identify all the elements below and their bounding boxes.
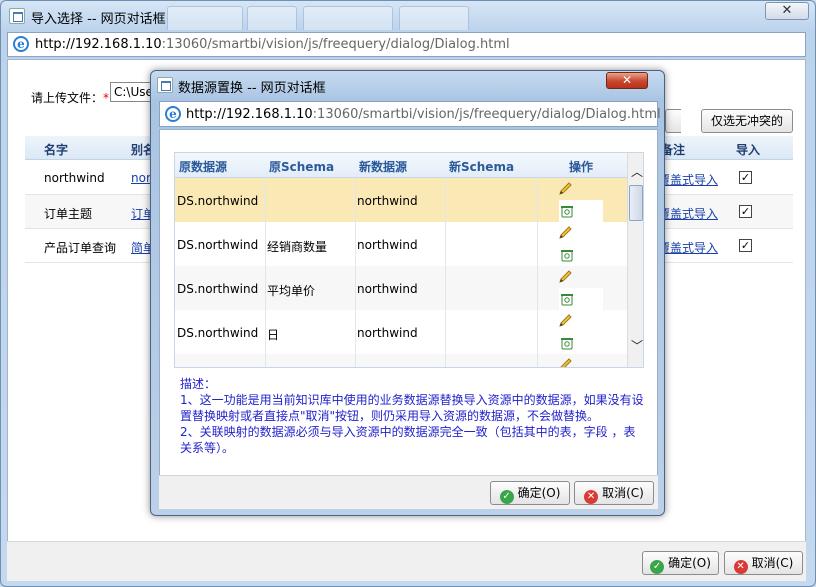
column-divider (537, 153, 538, 367)
cancel-icon: ✕ (584, 490, 599, 504)
row-remark-link[interactable]: 覆盖式导入 (658, 239, 718, 256)
row-name: northwind (44, 171, 105, 185)
trash-icon[interactable] (559, 335, 575, 351)
row-name: 订单主题 (44, 207, 93, 221)
outer-titlebar[interactable]: 导入选择 -- 网页对话框 ✕ (1, 1, 815, 31)
scrollbar-thumb[interactable] (629, 185, 643, 221)
check-icon: ✓ (650, 560, 665, 574)
internet-explorer-icon: e (165, 106, 181, 122)
dialog-cancel-label: 取消(C) (602, 486, 644, 500)
row-remark-link[interactable]: 覆盖式导入 (658, 205, 718, 222)
outer-dialog-title: 导入选择 -- 网页对话框 (31, 12, 166, 27)
outer-address-bar: e http://192.168.1.10:13060/smartbi/visi… (7, 32, 806, 57)
column-source-schema-header: 原Schema (269, 160, 335, 174)
outer-cancel-label: 取消(C) (751, 556, 794, 570)
row-alias-link[interactable]: nor (131, 171, 151, 185)
import-checkbox[interactable]: ✓ (739, 171, 752, 184)
dialog-cancel-button[interactable]: ✕ 取消(C) (574, 481, 654, 505)
background-tab (167, 6, 243, 30)
column-new-schema-header: 新Schema (449, 160, 515, 174)
check-icon: ✓ (499, 490, 514, 504)
window-page-icon (157, 77, 173, 93)
outer-address-text: http://192.168.1.10:13060/smartbi/vision… (35, 37, 510, 52)
new-datasource-cell[interactable]: northwind (357, 194, 418, 208)
dialog-content: DS.northwind northwind DS.northwind 经销商数… (159, 129, 658, 509)
source-datasource-cell: DS.northwind (177, 282, 259, 296)
dialog-title[interactable]: 数据源置换 -- 网页对话框 (178, 77, 326, 96)
column-action-header: 操作 (569, 160, 594, 174)
select-no-conflict-button[interactable]: 仅选无冲突的 (701, 109, 793, 133)
background-tab (399, 6, 469, 30)
row-name: 产品订单查询 (44, 241, 117, 255)
background-tab (303, 6, 393, 30)
outer-cancel-button[interactable]: ✕ 取消(C) (724, 551, 803, 575)
close-icon: ✕ (781, 3, 793, 18)
scroll-up-icon[interactable]: ︿ (631, 163, 643, 180)
window-page-icon (9, 8, 25, 24)
pencil-icon[interactable] (557, 313, 573, 329)
trash-icon[interactable] (559, 203, 575, 219)
description-title: 描述： (180, 377, 217, 391)
source-datasource-cell: DS.northwind (177, 194, 259, 208)
scroll-down-icon[interactable]: ﹀ (631, 337, 643, 354)
outer-close-button[interactable]: ✕ (765, 2, 809, 20)
new-datasource-cell[interactable]: northwind (357, 282, 418, 296)
dialog-ok-label: 确定(O) (517, 486, 561, 500)
outer-ok-label: 确定(O) (668, 556, 711, 570)
dialog-address-text: http://192.168.1.10:13060/smartbi/vision… (186, 107, 661, 122)
row-remark-link[interactable]: 覆盖式导入 (658, 171, 718, 188)
import-checkbox[interactable]: ✓ (739, 239, 752, 252)
cancel-icon: ✕ (733, 560, 748, 574)
trash-icon[interactable] (559, 247, 575, 263)
grid-vertical-scrollbar[interactable]: ︿ ﹀ (627, 153, 643, 367)
close-icon: ✕ (621, 73, 633, 87)
import-checkbox[interactable]: ✓ (739, 205, 752, 218)
upload-label: 请上传文件：* (31, 91, 110, 105)
new-datasource-cell[interactable]: northwind (357, 238, 418, 252)
dialog-ok-button[interactable]: ✓ 确定(O) (490, 481, 570, 505)
datasource-grid-header: 原数据源 原Schema 新数据源 新Schema 操作 (175, 153, 627, 178)
source-datasource-cell: DS.northwind (177, 238, 259, 252)
column-divider (355, 153, 356, 367)
column-name-header: 名字 (44, 143, 69, 157)
source-schema-cell: 经销商数量 (267, 240, 328, 254)
pencil-icon[interactable] (557, 181, 573, 197)
dialog-close-button[interactable]: ✕ (606, 72, 648, 89)
trash-icon[interactable] (559, 291, 575, 307)
pencil-icon[interactable] (557, 225, 573, 241)
outer-ok-button[interactable]: ✓ 确定(O) (642, 551, 719, 575)
datasource-grid: DS.northwind northwind DS.northwind 经销商数… (174, 152, 644, 368)
description-item-1: 1、这一功能是用当前知识库中使用的业务数据源替换导入资源中的数据源，如果没有设置… (180, 393, 644, 423)
source-schema-cell: 日 (267, 328, 280, 342)
pencil-icon[interactable] (557, 357, 573, 368)
internet-explorer-icon: e (13, 36, 29, 52)
datasource-replace-dialog: 数据源置换 -- 网页对话框 ✕ e http://192.168.1.10:1… (150, 70, 665, 516)
pencil-icon[interactable] (557, 269, 573, 285)
column-new-datasource-header: 新数据源 (359, 160, 408, 174)
column-divider (445, 153, 446, 367)
background-tab (247, 6, 297, 30)
column-source-datasource-header: 原数据源 (179, 160, 228, 174)
source-datasource-cell: DS.northwind (177, 326, 259, 340)
dialog-address-bar: e http://192.168.1.10:13060/smartbi/visi… (159, 101, 661, 127)
column-divider (265, 153, 266, 367)
column-import-header: 导入 (736, 143, 761, 157)
source-schema-cell: 平均单价 (267, 284, 316, 298)
toolbar-button-partial[interactable] (665, 109, 681, 133)
description-item-2: 2、关联映射的数据源必须与导入资源中的数据源完全一致（包括其中的表，字段 ，表关… (180, 425, 636, 455)
description-block: 描述： 1、这一功能是用当前知识库中使用的业务数据源替换导入资源中的数据源，如果… (180, 376, 645, 456)
new-datasource-cell[interactable]: northwind (357, 326, 418, 340)
